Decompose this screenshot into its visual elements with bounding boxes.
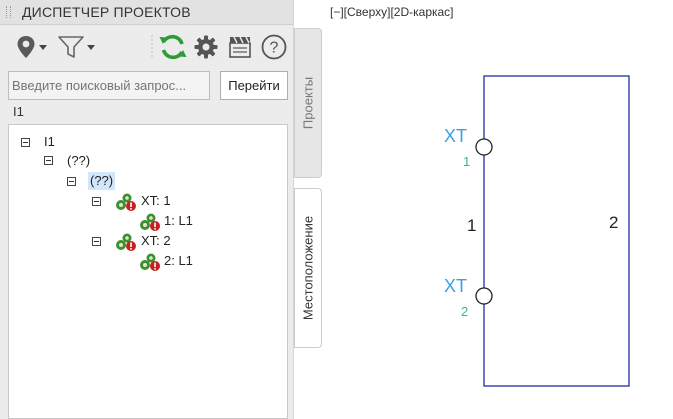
refresh-icon[interactable] (157, 26, 189, 68)
collapse-toggle[interactable] (92, 197, 101, 206)
help-icon[interactable]: ? (259, 26, 289, 68)
connector-index: 1 (463, 154, 470, 169)
connector-symbol[interactable] (475, 287, 493, 305)
connector-index: 2 (461, 304, 468, 319)
drawing-viewport[interactable]: [−][Сверху][2D-каркас] XT 1 XT 2 1 2 (322, 0, 673, 419)
tab-projects[interactable]: Проекты (294, 28, 322, 178)
svg-text:?: ? (270, 40, 279, 57)
connector-tag: XT (444, 126, 467, 146)
side-number-left: 1 (467, 216, 476, 235)
tab-location[interactable]: Местоположение (294, 188, 322, 348)
tree-node-level2[interactable]: (??) (88, 172, 116, 190)
connector-warning-icon (115, 192, 137, 212)
project-tree[interactable]: I1 (??) (??) XT: 1 1: L1 XT: 2 2: L1 (8, 124, 288, 419)
collapse-toggle[interactable] (67, 177, 76, 186)
tree-node-pin[interactable]: 2: L1 (164, 252, 193, 270)
collapse-toggle[interactable] (44, 156, 53, 165)
drawing-canvas: XT 1 XT 2 1 2 (444, 75, 630, 387)
tree-node-root[interactable]: I1 (44, 133, 55, 151)
connector-symbol[interactable] (475, 138, 493, 156)
collapse-toggle[interactable] (92, 237, 101, 246)
go-button[interactable]: Перейти (220, 71, 288, 100)
pin-warning-icon (139, 252, 161, 272)
side-tabs: Проекты Местоположение (294, 24, 322, 419)
panel-titlebar[interactable]: ДИСПЕТЧЕР ПРОЕКТОВ (0, 0, 293, 25)
tree-node-connector[interactable]: XT: 1 (141, 192, 171, 210)
connector-warning-icon (115, 232, 137, 252)
breadcrumb: I1 (13, 104, 24, 119)
project-manager-panel: ДИСПЕТЧЕР ПРОЕКТОВ ? Введите поисковый з… (0, 0, 294, 419)
pin-warning-icon (139, 212, 161, 232)
collapse-toggle[interactable] (21, 138, 30, 147)
tree-node-level1[interactable]: (??) (67, 152, 90, 170)
location-pin-icon[interactable] (12, 26, 52, 68)
filter-icon[interactable] (55, 26, 97, 68)
gear-icon[interactable] (192, 26, 220, 68)
clapperboard-icon[interactable] (225, 26, 255, 68)
tree-node-pin[interactable]: 1: L1 (164, 212, 193, 230)
panel-title: ДИСПЕТЧЕР ПРОЕКТОВ (22, 4, 191, 20)
connector-tag: XT (444, 276, 467, 296)
search-input[interactable] (9, 72, 208, 99)
drag-grip-icon[interactable] (6, 6, 11, 18)
side-number-right: 2 (609, 213, 618, 232)
tree-node-connector[interactable]: XT: 2 (141, 232, 171, 250)
toolbar-separator (151, 26, 153, 68)
search-box[interactable] (8, 71, 210, 100)
layout-frame (483, 75, 630, 387)
panel-toolbar: ? (0, 26, 293, 68)
